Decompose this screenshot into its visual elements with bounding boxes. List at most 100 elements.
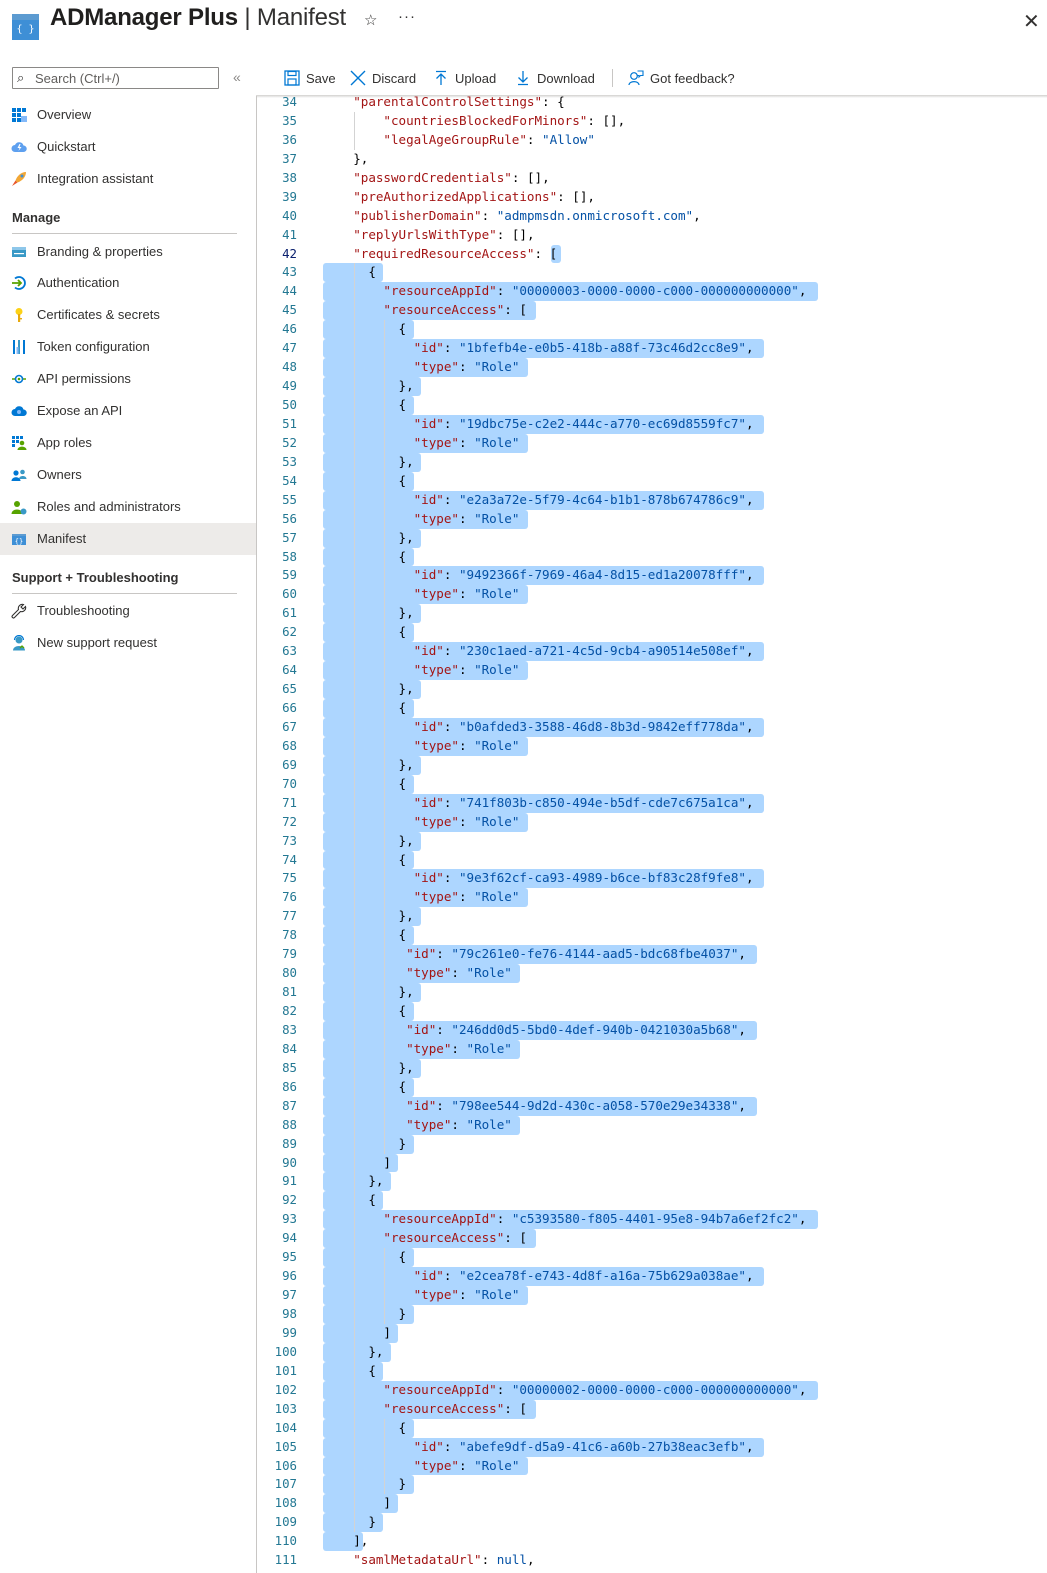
code-text[interactable]: }, <box>323 150 368 169</box>
sidebar-item-certificates-and-secrets[interactable]: Certificates & secrets <box>0 299 256 331</box>
sidebar-item-authentication[interactable]: Authentication <box>0 267 256 299</box>
code-text[interactable]: "id": "741f803b-c850-494e-b5df-cde7c675a… <box>323 794 754 813</box>
code-text[interactable]: "samlMetadataUrl": null, <box>323 1551 534 1570</box>
code-text[interactable]: }, <box>323 832 414 851</box>
code-text[interactable]: { <box>323 851 407 870</box>
code-text[interactable]: }, <box>323 377 414 396</box>
sidebar-item-troubleshooting[interactable]: Troubleshooting <box>0 595 256 627</box>
code-text[interactable]: "id": "19dbc75e-c2e2-444c-a770-ec69d8559… <box>323 415 754 434</box>
code-text[interactable]: "id": "798ee544-9d2d-430c-a058-570e29e34… <box>323 1097 746 1116</box>
code-text[interactable]: { <box>323 263 376 282</box>
close-icon[interactable]: ✕ <box>1023 9 1040 34</box>
code-text[interactable]: { <box>323 1191 376 1210</box>
sidebar-item-app-roles[interactable]: App roles <box>0 427 256 459</box>
code-text[interactable]: { <box>323 548 407 567</box>
code-text[interactable]: "type": "Role" <box>323 661 520 680</box>
collapse-sidebar-icon[interactable]: « <box>233 69 241 85</box>
more-ellipsis-icon[interactable]: ··· <box>398 8 416 25</box>
code-text[interactable]: { <box>323 396 407 415</box>
code-text[interactable]: "type": "Role" <box>323 585 520 604</box>
code-text[interactable]: "type": "Role" <box>323 888 520 907</box>
sidebar-item-owners[interactable]: Owners <box>0 459 256 491</box>
code-text[interactable]: "type": "Role" <box>323 1116 512 1135</box>
code-text[interactable]: }, <box>323 529 414 548</box>
code-text[interactable]: { <box>323 1248 407 1267</box>
code-text[interactable]: }, <box>323 1172 383 1191</box>
code-text[interactable]: "legalAgeGroupRule": "Allow" <box>323 131 595 150</box>
code-text[interactable]: "resourceAppId": "00000002-0000-0000-c00… <box>323 1381 806 1400</box>
code-text[interactable]: "parentalControlSettings": { <box>323 96 565 112</box>
code-text[interactable]: }, <box>323 756 414 775</box>
code-text[interactable]: "type": "Role" <box>323 964 512 983</box>
code-text[interactable]: ] <box>323 1154 391 1173</box>
sidebar-item-new-support-request[interactable]: New support request <box>0 627 256 659</box>
code-text[interactable]: { <box>323 926 407 945</box>
code-text[interactable]: "resourceAccess": [ <box>323 1400 527 1419</box>
code-text[interactable]: { <box>323 472 407 491</box>
code-text[interactable]: "id": "230c1aed-a721-4c5d-9cb4-a90514e50… <box>323 642 754 661</box>
manifest-code-editor[interactable]: 34 "parentalControlSettings": {35 "count… <box>256 96 1047 1573</box>
code-text[interactable]: "passwordCredentials": [], <box>323 169 549 188</box>
code-text[interactable]: { <box>323 320 407 339</box>
code-text[interactable]: "type": "Role" <box>323 813 520 832</box>
code-text[interactable]: "id": "9e3f62cf-ca93-4989-b6ce-bf83c28f9… <box>323 869 754 888</box>
save-button[interactable]: Save <box>284 70 336 86</box>
code-text[interactable]: { <box>323 1078 407 1097</box>
sidebar-item-api-permissions[interactable]: API permissions <box>0 363 256 395</box>
code-text[interactable]: "resourceAppId": "00000003-0000-0000-c00… <box>323 282 806 301</box>
code-text[interactable]: "type": "Role" <box>323 1040 512 1059</box>
code-text[interactable]: { <box>323 623 407 642</box>
code-text[interactable]: ], <box>323 1532 368 1551</box>
code-text[interactable]: ] <box>323 1494 391 1513</box>
sidebar-item-integration-assistant[interactable]: Integration assistant <box>0 163 256 195</box>
code-text[interactable]: "resourceAccess": [ <box>323 301 527 320</box>
code-text[interactable]: "resourceAppId": "c5393580-f805-4401-95e… <box>323 1210 806 1229</box>
code-text[interactable]: { <box>323 1362 376 1381</box>
sidebar-item-branding-and-properties[interactable]: Branding & properties <box>0 236 256 268</box>
sidebar-item-overview[interactable]: Overview <box>0 99 256 131</box>
code-text[interactable]: "resourceAccess": [ <box>323 1229 527 1248</box>
search-box[interactable]: ⌕ <box>12 67 219 89</box>
code-text[interactable]: "id": "9492366f-7969-46a4-8d15-ed1a20078… <box>323 566 754 585</box>
code-text[interactable]: "id": "abefe9df-d5a9-41c6-a60b-27b38eac3… <box>323 1438 754 1457</box>
code-text[interactable]: "replyUrlsWithType": [], <box>323 226 534 245</box>
code-text[interactable]: "publisherDomain": "admpmsdn.onmicrosoft… <box>323 207 700 226</box>
sidebar-item-quickstart[interactable]: Quickstart <box>0 131 256 163</box>
code-text[interactable]: }, <box>323 983 414 1002</box>
sidebar-item-token-configuration[interactable]: Token configuration <box>0 331 256 363</box>
code-text[interactable]: }, <box>323 907 414 926</box>
code-text[interactable]: } <box>323 1305 407 1324</box>
code-text[interactable]: }, <box>323 1343 383 1362</box>
upload-button[interactable]: Upload <box>433 70 496 86</box>
code-text[interactable]: }, <box>323 604 414 623</box>
code-text[interactable]: "type": "Role" <box>323 510 520 529</box>
code-text[interactable]: "type": "Role" <box>323 434 520 453</box>
code-text[interactable]: "countriesBlockedForMinors": [], <box>323 112 625 131</box>
sidebar-item-expose-an-api[interactable]: Expose an API <box>0 395 256 427</box>
sidebar-item-manifest[interactable]: {} Manifest <box>0 522 256 555</box>
code-text[interactable]: "id": "79c261e0-fe76-4144-aad5-bdc68fbe4… <box>323 945 746 964</box>
code-text[interactable]: "preAuthorizedApplications": [], <box>323 188 595 207</box>
code-text[interactable]: "type": "Role" <box>323 358 520 377</box>
code-text[interactable]: } <box>323 1513 376 1532</box>
code-text[interactable]: "id": "246dd0d5-5bd0-4def-940b-0421030a5… <box>323 1021 746 1040</box>
code-text[interactable]: ] <box>323 1324 391 1343</box>
pin-icon[interactable]: ☆ <box>364 11 377 29</box>
sidebar-item-roles-and-administrators[interactable]: Roles and administrators <box>0 491 256 523</box>
code-text[interactable]: "type": "Role" <box>323 1286 520 1305</box>
code-text[interactable]: "requiredResourceAccess": [ <box>323 245 557 264</box>
code-text[interactable]: }, <box>323 680 414 699</box>
code-text[interactable]: { <box>323 699 407 718</box>
code-text[interactable]: "id": "e2cea78f-e743-4d8f-a16a-75b629a03… <box>323 1267 754 1286</box>
code-text[interactable]: }, <box>323 1059 414 1078</box>
code-text[interactable]: { <box>323 1002 407 1021</box>
search-input[interactable] <box>35 69 215 87</box>
code-text[interactable]: { <box>323 1419 407 1438</box>
download-button[interactable]: Download <box>515 70 595 86</box>
code-text[interactable]: } <box>323 1475 407 1494</box>
code-text[interactable]: } <box>323 1135 407 1154</box>
code-text[interactable]: "id": "e2a3a72e-5f79-4c64-b1b1-878b67478… <box>323 491 754 510</box>
code-text[interactable]: }, <box>323 453 414 472</box>
code-text[interactable]: "id": "1bfefb4e-e0b5-418b-a88f-73c46d2cc… <box>323 339 754 358</box>
code-text[interactable]: { <box>323 775 407 794</box>
